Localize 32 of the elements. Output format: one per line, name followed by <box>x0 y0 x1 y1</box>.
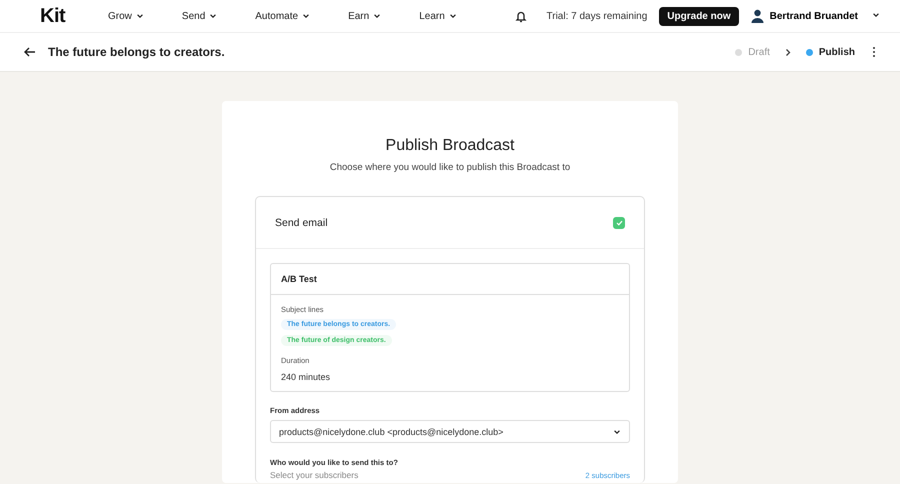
check-icon <box>616 220 622 226</box>
upgrade-button[interactable]: Upgrade now <box>659 6 739 26</box>
chevron-down-icon <box>613 428 621 436</box>
chevron-down-icon <box>302 12 310 20</box>
publish-title: Publish Broadcast <box>384 137 516 155</box>
from-address-select[interactable]: products@nicelydone.club <products@nicelydone.club> <box>270 420 630 443</box>
chevron-down-icon <box>373 12 382 20</box>
trial-text: Trial: 7 days remaining <box>546 10 648 22</box>
nav-menu[interactable]: Automate <box>255 10 310 22</box>
ab-test-title: A/B Test <box>281 274 317 284</box>
back-arrow-icon[interactable] <box>24 47 36 57</box>
nav-menu[interactable]: Grow <box>108 10 144 22</box>
broadcast-title: The future belongs to creators. <box>48 45 225 59</box>
user-icon <box>750 9 764 23</box>
nav-menu[interactable]: Earn <box>348 10 382 22</box>
chevron-down-icon <box>448 12 457 20</box>
nav-menu[interactable]: Learn <box>419 10 457 22</box>
chevron-right-icon <box>784 48 792 56</box>
chevron-down-icon <box>136 12 144 20</box>
bell-icon[interactable] <box>514 10 527 22</box>
stage-step[interactable]: Publish <box>806 46 855 58</box>
nav-menu[interactable]: Send <box>182 10 218 22</box>
logo[interactable]: Kit <box>40 4 108 28</box>
recipients-placeholder[interactable]: Select your subscribers <box>270 470 358 480</box>
publish-subtitle: Choose where you would like to publish this Broadcast to <box>328 162 572 173</box>
duration-value: 240 minutes <box>281 372 330 382</box>
chevron-down-icon <box>209 12 218 20</box>
more-options-icon[interactable] <box>872 46 876 58</box>
send-email-label: Send email <box>275 216 328 228</box>
chevron-down-icon <box>872 10 880 18</box>
user-menu[interactable]: Bertrand Bruandet <box>770 10 880 22</box>
send-email-checkbox[interactable] <box>613 216 625 228</box>
